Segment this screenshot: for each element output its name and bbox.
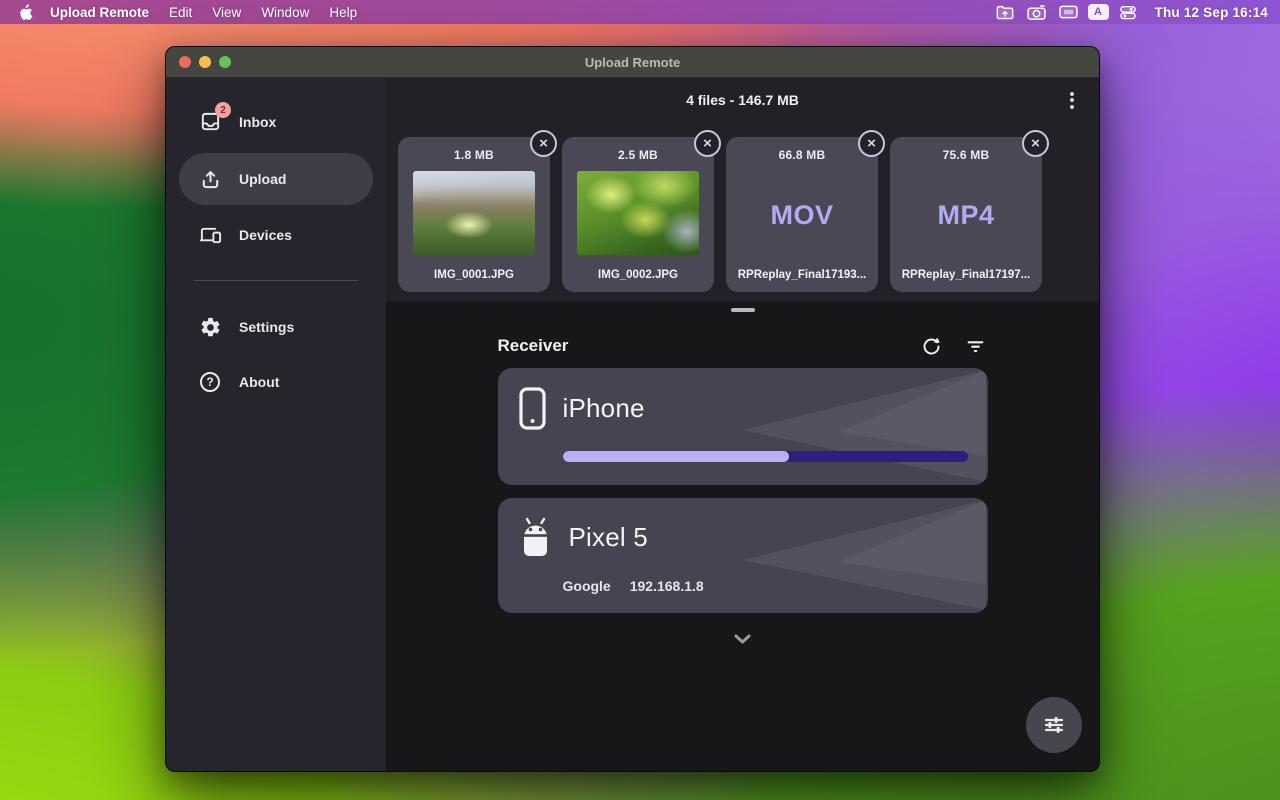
- device-ip: 192.168.1.8: [630, 578, 704, 594]
- menu-help[interactable]: Help: [319, 5, 367, 20]
- receiver-header: Receiver: [498, 334, 988, 358]
- settings-gear-icon: [197, 314, 223, 340]
- about-help-icon: ?: [197, 369, 223, 395]
- file-name: RPReplay_Final17193...: [738, 269, 866, 281]
- device-row: iPhone: [519, 387, 988, 430]
- file-thumbnail: [577, 171, 699, 255]
- sidebar-item-label: Devices: [239, 227, 292, 243]
- screenshot-camera-icon[interactable]: [1024, 3, 1050, 21]
- filter-icon[interactable]: [964, 334, 988, 358]
- file-card[interactable]: 1.8 MB IMG_0001.JPG ×: [398, 137, 550, 292]
- sidebar-item-inbox[interactable]: 2 Inbox: [179, 100, 373, 144]
- transfer-progress-bar: [563, 451, 968, 462]
- device-card-pixel5[interactable]: Pixel 5 Google 192.168.1.8: [498, 498, 988, 613]
- tune-sliders-icon: [1042, 713, 1066, 737]
- receiver-actions: [920, 334, 988, 358]
- menu-bar: Upload Remote Edit View Window Help A: [0, 0, 1280, 24]
- close-window-button[interactable]: [179, 56, 191, 68]
- sidebar-item-label: Settings: [239, 319, 294, 335]
- file-size: 2.5 MB: [618, 148, 658, 162]
- sidebar-divider: [194, 280, 358, 281]
- main-content: 4 files - 146.7 MB 1.8 MB IMG_0001.JPG ×…: [386, 78, 1099, 771]
- display-icon[interactable]: [1056, 3, 1082, 21]
- file-size: 75.6 MB: [943, 148, 990, 162]
- menu-bar-status: A Thu 12 Sep 16:14: [992, 3, 1280, 21]
- file-card[interactable]: 66.8 MB MOV RPReplay_Final17193... ×: [726, 137, 878, 292]
- menu-edit[interactable]: Edit: [159, 5, 202, 20]
- input-source-icon[interactable]: A: [1088, 4, 1109, 20]
- inbox-icon: 2: [197, 109, 223, 135]
- zoom-window-button[interactable]: [219, 56, 231, 68]
- device-name: iPhone: [563, 393, 645, 424]
- device-vendor: Google: [563, 578, 611, 594]
- menu-bar-left: Upload Remote Edit View Window Help: [0, 4, 367, 21]
- file-card[interactable]: 75.6 MB MP4 RPReplay_Final17197... ×: [890, 137, 1042, 292]
- window-titlebar[interactable]: Upload Remote: [166, 47, 1099, 78]
- expand-more-icon[interactable]: [731, 632, 755, 646]
- remove-file-button[interactable]: ×: [1022, 130, 1049, 157]
- file-thumbnail: [413, 171, 535, 255]
- sidebar-item-upload[interactable]: Upload: [179, 153, 373, 205]
- sidebar-item-label: About: [239, 374, 279, 390]
- file-name: IMG_0001.JPG: [434, 269, 514, 281]
- menu-bar-clock[interactable]: Thu 12 Sep 16:14: [1155, 5, 1269, 20]
- file-format-label: MOV: [770, 162, 833, 269]
- file-card[interactable]: 2.5 MB IMG_0002.JPG ×: [562, 137, 714, 292]
- window-body: 2 Inbox Upload: [166, 78, 1099, 771]
- transfer-settings-fab[interactable]: [1026, 697, 1082, 753]
- inbox-badge: 2: [215, 102, 231, 118]
- window-title: Upload Remote: [166, 55, 1099, 70]
- upload-icon: [197, 166, 223, 192]
- folder-upload-icon[interactable]: [992, 3, 1018, 21]
- minimize-window-button[interactable]: [199, 56, 211, 68]
- files-panel: 4 files - 146.7 MB 1.8 MB IMG_0001.JPG ×…: [386, 78, 1099, 302]
- receiver-title: Receiver: [498, 336, 569, 356]
- file-format-label: MP4: [937, 162, 994, 269]
- device-meta: Google 192.168.1.8: [563, 578, 988, 594]
- menu-app-name[interactable]: Upload Remote: [40, 5, 159, 20]
- more-options-icon[interactable]: [1060, 88, 1084, 112]
- menu-window[interactable]: Window: [251, 5, 319, 20]
- files-header: 4 files - 146.7 MB: [386, 78, 1099, 122]
- devices-icon: [197, 222, 223, 248]
- remove-file-button[interactable]: ×: [694, 130, 721, 157]
- file-size: 1.8 MB: [454, 148, 494, 162]
- file-size: 66.8 MB: [779, 148, 826, 162]
- sidebar-item-devices[interactable]: Devices: [179, 213, 373, 257]
- sidebar-item-about[interactable]: ? About: [179, 360, 373, 404]
- files-summary: 4 files - 146.7 MB: [386, 92, 1099, 108]
- panel-drag-handle[interactable]: [731, 308, 755, 312]
- file-name: IMG_0002.JPG: [598, 269, 678, 281]
- device-card-iphone[interactable]: iPhone: [498, 368, 988, 485]
- apple-logo-icon: [18, 4, 33, 21]
- control-center-icon[interactable]: [1115, 3, 1141, 21]
- iphone-progress-fill: [563, 451, 790, 462]
- iphone-icon: [519, 387, 546, 430]
- sidebar: 2 Inbox Upload: [166, 78, 386, 771]
- apple-menu-icon[interactable]: [10, 4, 40, 21]
- app-window: Upload Remote 2 Inbox: [165, 46, 1100, 772]
- android-icon: [519, 517, 552, 557]
- file-name: RPReplay_Final17197...: [902, 269, 1030, 281]
- file-cards-row: 1.8 MB IMG_0001.JPG × 2.5 MB IMG_0002.JP…: [386, 137, 1099, 292]
- menu-view[interactable]: View: [202, 5, 251, 20]
- receiver-panel: Receiver: [386, 302, 1099, 771]
- sidebar-item-label: Upload: [239, 171, 286, 187]
- device-row: Pixel 5: [519, 517, 988, 557]
- sidebar-item-label: Inbox: [239, 114, 276, 130]
- device-name: Pixel 5: [569, 522, 648, 553]
- refresh-icon[interactable]: [920, 334, 944, 358]
- remove-file-button[interactable]: ×: [530, 130, 557, 157]
- sidebar-item-settings[interactable]: Settings: [179, 305, 373, 349]
- traffic-lights: [166, 56, 231, 68]
- remove-file-button[interactable]: ×: [858, 130, 885, 157]
